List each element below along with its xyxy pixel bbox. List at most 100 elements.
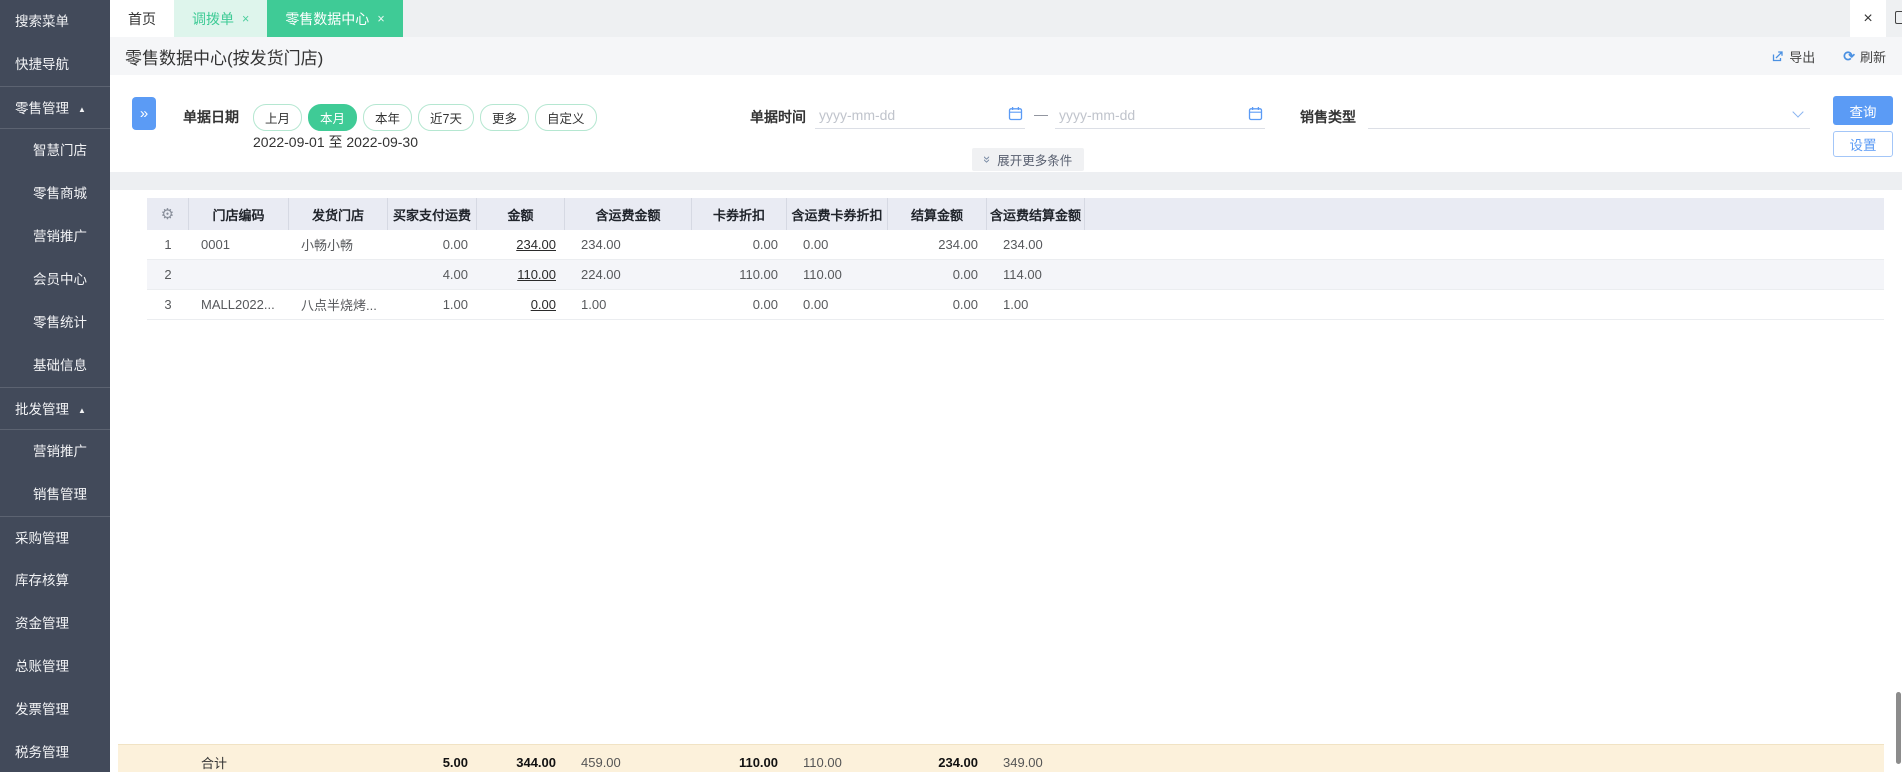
tab-label: 调拨单 xyxy=(192,10,234,27)
sidebar-item-retail-mall[interactable]: 零售商城 xyxy=(0,172,110,215)
row-filler xyxy=(1085,260,1884,289)
sidebar: 搜索菜单 快捷导航 零售管理 ▲ 智慧门店 零售商城 营销推广 会员中心 零售统计 基础信息 批发管… xyxy=(0,0,110,772)
export-button[interactable]: 导出 xyxy=(1771,47,1815,66)
settings-button[interactable]: 设置 xyxy=(1833,131,1893,157)
vertical-scrollbar-thumb[interactable] xyxy=(1896,692,1901,764)
sidebar-item-quick-nav[interactable]: 快捷导航 xyxy=(0,43,110,86)
date-pill-1[interactable]: 本月 xyxy=(308,104,358,131)
sidebar-item-label: 快捷导航 xyxy=(15,57,69,72)
doc-date-label: 单据日期 xyxy=(183,109,239,125)
amount-link[interactable]: 0.00 xyxy=(531,297,556,312)
sidebar-item-inventory-accounting[interactable]: 库存核算 xyxy=(0,559,110,602)
sidebar-item-invoice-mgmt[interactable]: 发票管理 xyxy=(0,688,110,731)
sum-label: 合计 xyxy=(201,756,228,771)
sidebar-item-label: 智慧门店 xyxy=(33,143,87,158)
sale-type-select[interactable] xyxy=(1368,99,1810,129)
end-date-placeholder: yyyy-mm-dd xyxy=(1059,107,1136,123)
search-button[interactable]: 查询 xyxy=(1833,96,1893,125)
table-body: 1 0001 小畅小畅 0.00 234.00 234.00 0.00 0.00 234.00 2… xyxy=(147,230,1884,320)
tab-close-icon[interactable]: × xyxy=(242,12,249,26)
collapse-filter-button[interactable]: » xyxy=(132,97,156,130)
sidebar-item-label: 资金管理 xyxy=(15,616,69,631)
refresh-icon: ⟳ xyxy=(1843,47,1855,64)
cell-settle-amount-with-freight: 1.00 xyxy=(1003,297,1029,312)
date-pill-group: 上月 本月 本年 近7天 更多 自定义 xyxy=(253,104,597,131)
sidebar-item-retail-stats[interactable]: 零售统计 xyxy=(0,301,110,344)
sidebar-item-label: 发票管理 xyxy=(15,702,69,717)
calendar-icon[interactable] xyxy=(1008,106,1023,121)
double-chevron-down-icon: » xyxy=(980,155,996,164)
page-header: 零售数据中心(按发货门店) 导出 ⟳ 刷新 xyxy=(110,37,1902,75)
sidebar-item-basic-info[interactable]: 基础信息 xyxy=(0,344,110,387)
sidebar-item-wholesale-mgmt[interactable]: 批发管理 ▲ xyxy=(0,387,110,430)
cell-buyer-freight: 1.00 xyxy=(442,297,468,312)
table-row: 3 MALL2022... 八点半烧烤... 1.00 0.00 1.00 0.00 0.00… xyxy=(147,290,1884,320)
sidebar-item-marketing-promo[interactable]: 营销推广 xyxy=(0,215,110,258)
date-pill-5[interactable]: 自定义 xyxy=(535,104,597,131)
cell-coupon-discount: 0.00 xyxy=(752,297,778,312)
calendar-icon[interactable] xyxy=(1248,106,1263,121)
amount-link[interactable]: 234.00 xyxy=(516,237,556,252)
divider-strip xyxy=(110,172,1902,190)
sidebar-item-purchase-mgmt[interactable]: 采购管理 xyxy=(0,516,110,559)
header-actions: 导出 ⟳ 刷新 xyxy=(1771,47,1886,66)
refresh-button[interactable]: ⟳ 刷新 xyxy=(1843,47,1886,66)
cell-amount-with-freight: 1.00 xyxy=(581,297,607,312)
tab-close-icon[interactable]: × xyxy=(377,12,384,26)
date-pill-3[interactable]: 近7天 xyxy=(418,104,474,131)
sidebar-item-smart-store[interactable]: 智慧门店 xyxy=(0,129,110,172)
export-label: 导出 xyxy=(1789,49,1816,65)
close-window-button[interactable]: × xyxy=(1850,0,1886,37)
sidebar-item-label: 采购管理 xyxy=(15,531,69,546)
column-settings-gear-icon[interactable]: ⚙ xyxy=(147,198,189,230)
cell-settle-amount-with-freight: 234.00 xyxy=(1003,237,1043,252)
sidebar-item-label: 营销推广 xyxy=(33,444,87,459)
tab-transfer-order[interactable]: 调拨单 × xyxy=(174,0,268,37)
date-pill-0[interactable]: 上月 xyxy=(253,104,303,131)
column-header-coupon-discount: 卡券折扣 xyxy=(692,198,787,230)
row-index: 1 xyxy=(164,237,172,252)
expand-more-button[interactable]: » 展开更多条件 xyxy=(972,148,1085,171)
sidebar-item-tax-mgmt[interactable]: 税务管理 xyxy=(0,731,110,772)
sidebar-item-label: 会员中心 xyxy=(33,272,87,287)
row-filler xyxy=(1085,230,1884,259)
column-header-amount: 金额 xyxy=(477,198,565,230)
sidebar-item-retail-mgmt[interactable]: 零售管理 ▲ xyxy=(0,86,110,129)
sum-shipping-store xyxy=(289,745,388,772)
sidebar-item-label: 营销推广 xyxy=(33,229,87,244)
sidebar-item-general-ledger[interactable]: 总账管理 xyxy=(0,645,110,688)
cell-store-code xyxy=(189,260,289,289)
tab-retail-data-center[interactable]: 零售数据中心 × xyxy=(267,0,403,37)
start-date-input[interactable]: yyyy-mm-dd xyxy=(815,99,1025,129)
cell-store-code: 0001 xyxy=(201,237,230,252)
end-date-input[interactable]: yyyy-mm-dd xyxy=(1055,99,1265,129)
sidebar-item-member-center[interactable]: 会员中心 xyxy=(0,258,110,301)
summary-row: 合计 5.00 344.00 459.00 110.00 110.00 234.00 349.… xyxy=(118,744,1884,772)
date-range-separator: — xyxy=(1034,106,1048,122)
sidebar-item-label: 税务管理 xyxy=(15,745,69,760)
sum-amount: 344.00 xyxy=(516,755,556,770)
column-header-settle-amount-with-freight: 含运费结算金额 xyxy=(987,198,1085,230)
sidebar-item-marketing-promo-wholesale[interactable]: 营销推广 xyxy=(0,430,110,473)
sum-spacer xyxy=(118,745,189,772)
cell-buyer-freight: 0.00 xyxy=(442,237,468,252)
date-pill-4[interactable]: 更多 xyxy=(480,104,530,131)
date-range-text: 2022-09-01 至 2022-09-30 xyxy=(253,134,419,150)
export-icon xyxy=(1773,50,1783,61)
amount-link[interactable]: 110.00 xyxy=(517,267,556,282)
date-pill-2[interactable]: 本年 xyxy=(363,104,413,131)
tab-home[interactable]: 首页 xyxy=(110,0,174,37)
maximize-icon[interactable] xyxy=(1895,11,1902,24)
collapse-up-icon: ▲ xyxy=(78,406,86,415)
sidebar-item-search-menu[interactable]: 搜索菜单 xyxy=(0,0,110,43)
cell-shipping-store: 八点半烧烤... xyxy=(301,298,377,313)
sum-amount-with-freight: 459.00 xyxy=(581,755,621,770)
sidebar-item-label: 零售管理 xyxy=(15,101,69,116)
sum-settle-amount-with-freight: 349.00 xyxy=(1003,755,1043,770)
sidebar-item-funds-mgmt[interactable]: 资金管理 xyxy=(0,602,110,645)
sidebar-item-sales-mgmt[interactable]: 销售管理 xyxy=(0,473,110,516)
column-header-shipping-store: 发货门店 xyxy=(289,198,388,230)
column-header-buyer-freight: 买家支付运费 xyxy=(388,198,477,230)
cell-coupon-discount: 0.00 xyxy=(752,237,778,252)
cell-amount: 0.00 xyxy=(477,290,565,319)
